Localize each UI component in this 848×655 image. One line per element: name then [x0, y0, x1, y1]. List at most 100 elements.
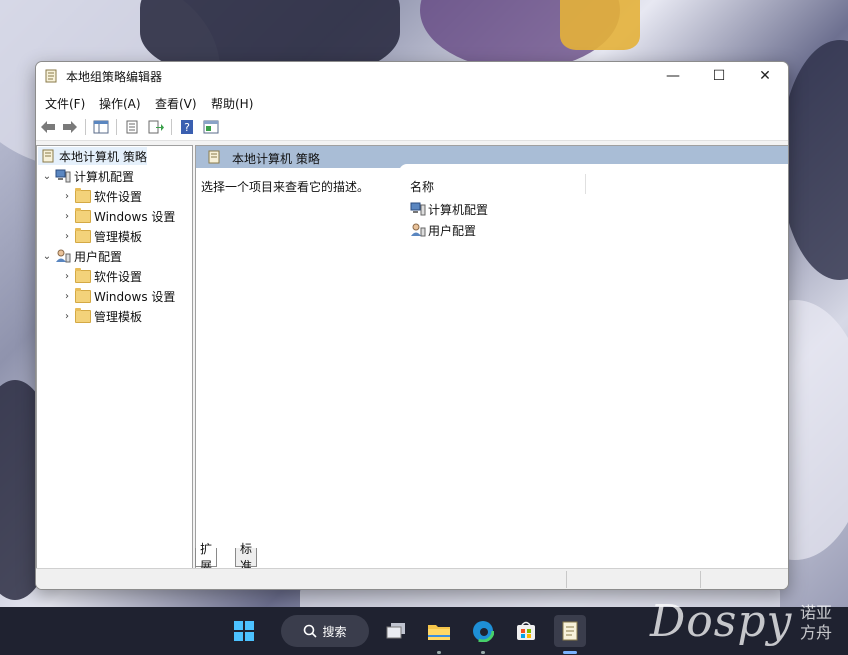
- user-config-icon: [55, 249, 71, 263]
- tree-item-software-settings[interactable]: › 软件设置: [61, 267, 142, 285]
- policy-scroll-icon: [40, 149, 56, 163]
- search-icon: [304, 624, 318, 638]
- tree-item-label: 用户配置: [74, 249, 123, 264]
- taskbar-search-button[interactable]: 搜索: [281, 615, 369, 647]
- tree-item-windows-settings[interactable]: › Windows 设置: [61, 207, 175, 225]
- edge-icon: [472, 620, 494, 642]
- folder-icon: [75, 267, 91, 283]
- start-icon: [234, 621, 254, 641]
- description-text: 选择一个项目来查看它的描述。: [201, 180, 370, 194]
- menu-help[interactable]: 帮助(H): [211, 95, 253, 112]
- column-header-name[interactable]: 名称: [410, 178, 434, 195]
- policy-scroll-icon: [208, 150, 220, 164]
- window-title: 本地组策略编辑器: [66, 70, 163, 84]
- chevron-right-icon[interactable]: ›: [61, 311, 73, 322]
- tree-item-label: 软件设置: [94, 189, 143, 204]
- user-config-icon: [410, 223, 426, 237]
- computer-config-icon: [410, 202, 426, 216]
- list-item-label: 用户配置: [428, 223, 477, 238]
- gpedit-window: 本地组策略编辑器 — ☐ ✕ 文件(F) 操作(A) 查看(V) 帮助(H) ?: [35, 61, 789, 590]
- file-explorer-icon: [428, 625, 450, 640]
- store-button[interactable]: [510, 615, 542, 647]
- tree-item-computer-config[interactable]: ⌄ 计算机配置: [41, 167, 134, 185]
- maximize-icon: ☐: [712, 68, 726, 84]
- edge-button[interactable]: [467, 615, 499, 647]
- watermark-cn-line2: 方舟: [800, 623, 833, 642]
- file-explorer-button[interactable]: [423, 615, 455, 647]
- list-item-user-config[interactable]: 用户配置: [410, 221, 476, 239]
- tree-item-admin-templates[interactable]: › 管理模板: [61, 307, 142, 325]
- items-list[interactable]: 名称 计算机配置 用户配置: [399, 164, 788, 544]
- close-icon: ✕: [759, 68, 771, 84]
- tree-item-label: 管理模板: [94, 309, 143, 324]
- console-button[interactable]: [202, 118, 220, 136]
- folder-icon: [75, 307, 91, 323]
- close-button[interactable]: ✕: [742, 62, 788, 90]
- forward-button[interactable]: [61, 118, 79, 136]
- task-view-button[interactable]: [380, 615, 412, 647]
- chevron-right-icon[interactable]: ›: [61, 231, 73, 242]
- details-pane: 本地计算机 策略 选择一个项目来查看它的描述。 名称 计算机配置 用户配置: [195, 145, 788, 569]
- chevron-right-icon[interactable]: ›: [61, 291, 73, 302]
- back-arrow-icon: [41, 121, 55, 133]
- properties-icon: [126, 120, 138, 134]
- folder-icon: [75, 287, 91, 303]
- title-bar[interactable]: 本地组策略编辑器 — ☐ ✕: [36, 62, 788, 90]
- chevron-right-icon[interactable]: ›: [61, 271, 73, 282]
- list-item-computer-config[interactable]: 计算机配置: [410, 200, 488, 218]
- help-icon: ?: [181, 120, 193, 134]
- watermark-cn-line1: 诺亚: [800, 603, 833, 622]
- show-tree-icon: [93, 120, 109, 134]
- status-bar: [36, 568, 788, 589]
- watermark-cn: 诺亚 方舟: [800, 603, 832, 643]
- maximize-button[interactable]: ☐: [696, 62, 742, 90]
- help-button[interactable]: ?: [178, 118, 196, 136]
- tree-root[interactable]: 本地计算机 策略: [38, 147, 147, 165]
- tree-item-label: Windows 设置: [94, 209, 176, 224]
- chevron-down-icon[interactable]: ⌄: [41, 251, 53, 262]
- minimize-button[interactable]: —: [650, 62, 696, 90]
- tab-extended[interactable]: 扩展: [195, 542, 218, 573]
- start-button[interactable]: [228, 615, 260, 647]
- minimize-icon: —: [666, 68, 680, 84]
- back-button[interactable]: [39, 118, 57, 136]
- tree-item-label: 管理模板: [94, 229, 143, 244]
- export-list-button[interactable]: [147, 118, 165, 136]
- tree-item-label: 软件设置: [94, 269, 143, 284]
- menu-bar: 文件(F) 操作(A) 查看(V) 帮助(H): [36, 90, 788, 114]
- tab-standard[interactable]: 标准: [235, 542, 258, 573]
- computer-config-icon: [55, 169, 71, 183]
- menu-action[interactable]: 操作(A): [99, 95, 141, 112]
- menu-view[interactable]: 查看(V): [155, 95, 197, 112]
- list-item-label: 计算机配置: [428, 202, 489, 217]
- folder-icon: [75, 227, 91, 243]
- chevron-right-icon[interactable]: ›: [61, 191, 73, 202]
- console-icon: [203, 120, 219, 134]
- tree-pane[interactable]: 本地计算机 策略 ⌄ 计算机配置 › 软件设置 › Windows 设置 › 管…: [36, 145, 193, 569]
- menu-file[interactable]: 文件(F): [45, 95, 85, 112]
- search-label: 搜索: [322, 624, 347, 639]
- task-view-icon: [386, 623, 405, 639]
- tree-item-admin-templates[interactable]: › 管理模板: [61, 227, 142, 245]
- gpedit-taskbar-button[interactable]: [554, 615, 586, 647]
- gpedit-icon: [562, 621, 578, 641]
- policy-scroll-icon: [45, 69, 57, 83]
- tree-item-label: 计算机配置: [74, 169, 135, 184]
- tree-root-label: 本地计算机 策略: [59, 149, 147, 164]
- tree-item-windows-settings[interactable]: › Windows 设置: [61, 287, 175, 305]
- chevron-right-icon[interactable]: ›: [61, 211, 73, 222]
- export-icon: [148, 120, 164, 134]
- tree-item-software-settings[interactable]: › 软件设置: [61, 187, 142, 205]
- show-tree-button[interactable]: [92, 118, 110, 136]
- folder-icon: [75, 187, 91, 203]
- forward-arrow-icon: [63, 121, 77, 133]
- tree-item-user-config[interactable]: ⌄ 用户配置: [41, 247, 122, 265]
- store-icon: [517, 621, 535, 640]
- toolbar: ?: [36, 114, 788, 141]
- properties-button[interactable]: [123, 118, 141, 136]
- svg-text:?: ?: [184, 121, 190, 134]
- tree-item-label: Windows 设置: [94, 289, 176, 304]
- watermark-brand: Dospy: [650, 596, 793, 647]
- chevron-down-icon[interactable]: ⌄: [41, 171, 53, 182]
- folder-icon: [75, 207, 91, 223]
